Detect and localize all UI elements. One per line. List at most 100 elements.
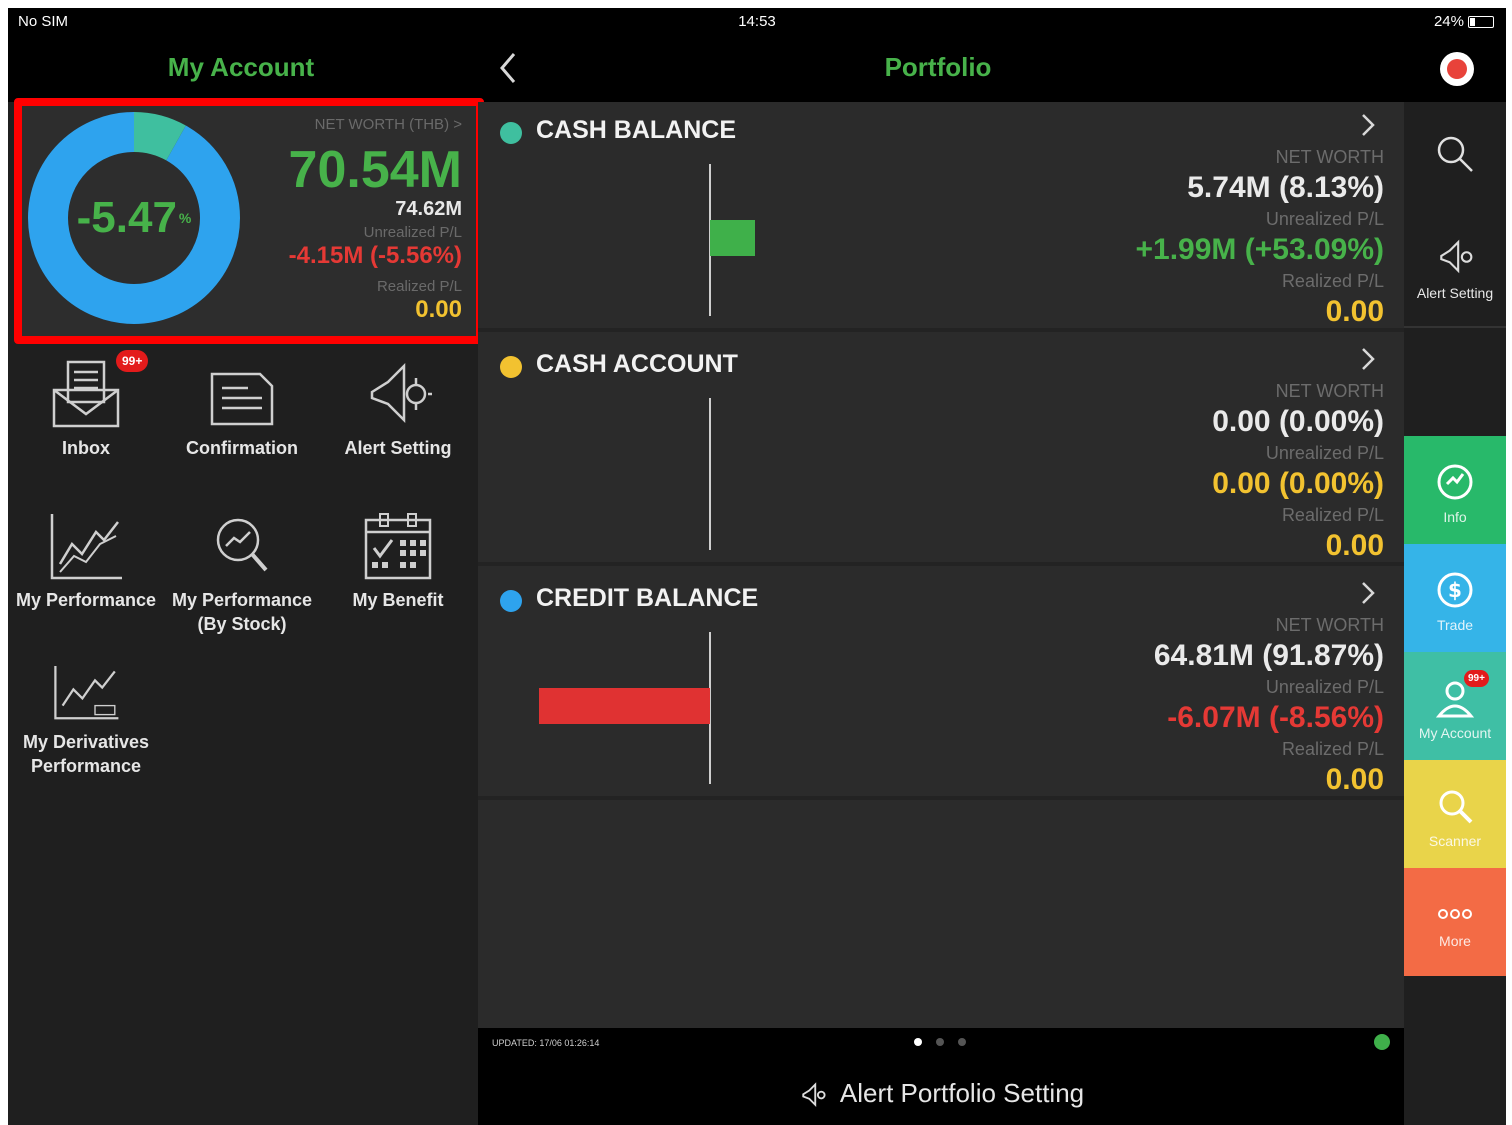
cash-balance-dot: [500, 122, 522, 144]
unrealized-bar: [710, 220, 756, 256]
megaphone-gear-icon: [370, 362, 432, 424]
app-header: My Account Portfolio: [8, 34, 1506, 102]
performance-chart-icon: [50, 514, 122, 580]
alert-portfolio-setting-label: Alert Portfolio Setting: [839, 1078, 1085, 1108]
megaphone-gear-icon: [802, 1082, 826, 1108]
cash-balance-title: CASH BALANCE: [536, 116, 736, 144]
app-screen: No SIM 14:53 24% My Account Portfolio -5…: [8, 8, 1506, 1125]
trade-label: Trade: [1436, 617, 1474, 633]
section-cash-account[interactable]: CASH ACCOUNT NET WORTH 0.00 (0.00%) Unre…: [478, 336, 1404, 566]
trade-dollar-icon: $: [1437, 572, 1473, 608]
realized-label: Realized P/L: [376, 278, 462, 295]
unrealized-value: -6.07M (-8.56%): [1167, 701, 1384, 734]
chevron-right-icon[interactable]: [1360, 346, 1376, 372]
my-account-title: My Account: [167, 52, 315, 82]
connection-status-dot: [1374, 1034, 1390, 1050]
more-dots-icon: [1438, 909, 1472, 919]
sidebar-item-my-account[interactable]: My Account 99+: [1404, 652, 1506, 760]
realized-value: 0.00: [415, 296, 462, 323]
chevron-right-icon[interactable]: [1360, 112, 1376, 138]
search-button[interactable]: [1404, 134, 1506, 179]
sidebar-item-scanner[interactable]: Scanner: [1404, 760, 1506, 868]
unrealized-value: 0.00 (0.00%): [1212, 467, 1384, 500]
unrealized-label: Unrealized P/L: [363, 224, 462, 241]
chart-axis: [709, 398, 711, 550]
menu-my-derivatives-performance[interactable]: My Derivatives Performance: [8, 662, 164, 778]
divider: [1404, 326, 1506, 328]
battery-icon: [1468, 15, 1494, 28]
svg-text:$: $: [1448, 578, 1462, 602]
brand-logo: [1440, 52, 1474, 86]
credit-balance-title: CREDIT BALANCE: [536, 584, 759, 612]
menu-inbox[interactable]: Inbox 99+: [8, 350, 164, 460]
menu-my-performance[interactable]: My Performance: [8, 510, 164, 612]
right-sidebar: Alert Setting Info $ Trade My Account 99…: [1404, 102, 1506, 1125]
sidebar-item-trade[interactable]: $ Trade: [1404, 544, 1506, 652]
inbox-label: Inbox: [62, 438, 110, 458]
realized-value: 0.00: [1325, 763, 1384, 796]
magnifier-chart-icon: [216, 518, 268, 572]
my-account-label: My Account: [1418, 725, 1492, 741]
alert-setting-label: Alert Setting: [344, 438, 452, 458]
credit-balance-values: NET WORTH 64.81M (91.87%) Unrealized P/L…: [1154, 614, 1384, 800]
battery-percent: 24%: [1433, 13, 1464, 30]
my-performance-label: My Performance: [15, 590, 157, 610]
cash-balance-values: NET WORTH 5.74M (8.13%) Unrealized P/L +…: [1136, 146, 1384, 332]
portfolio-title: Portfolio: [884, 52, 992, 82]
updated-timestamp: UPDATED: 17/06 01:26:14: [492, 1038, 600, 1048]
menu-alert-setting[interactable]: Alert Setting: [320, 358, 476, 460]
derivatives-chart-icon: [54, 666, 119, 720]
my-derivatives-performance-label: My Derivatives Performance: [22, 732, 150, 776]
net-worth-value: 64.81M (91.87%): [1153, 639, 1384, 672]
sidebar-item-info[interactable]: Info: [1404, 436, 1506, 544]
chevron-right-icon[interactable]: [1360, 580, 1376, 606]
net-worth-value: 0.00 (0.00%): [1212, 405, 1384, 438]
menu-my-performance-by-stock[interactable]: My Performance (By Stock): [164, 510, 320, 636]
page-indicator[interactable]: [914, 1038, 966, 1046]
clock-text: 14:53: [738, 13, 776, 30]
realized-value: 0.00: [1325, 529, 1384, 562]
info-icon: [1437, 464, 1473, 500]
portfolio-footer: UPDATED: 17/06 01:26:14 Alert Portfolio …: [478, 1028, 1404, 1125]
document-icon: [210, 372, 274, 426]
battery-indicator: 24%: [1434, 13, 1494, 30]
my-account-panel: -5.47% NET WORTH (THB) > 70.54M 74.62M U…: [8, 98, 484, 1125]
confirmation-label: Confirmation: [186, 438, 298, 458]
my-account-badge: 99+: [1464, 670, 1489, 687]
megaphone-gear-icon: [1440, 239, 1473, 274]
info-label: Info: [1443, 509, 1467, 525]
net-worth-value: 5.74M (8.13%): [1187, 171, 1384, 204]
inbox-badge: 99+: [116, 350, 149, 372]
search-icon: [1437, 136, 1473, 172]
calendar-icon: [364, 513, 432, 580]
sidebar-item-more[interactable]: More: [1404, 868, 1506, 976]
cash-account-title: CASH ACCOUNT: [536, 350, 738, 378]
section-credit-balance[interactable]: CREDIT BALANCE NET WORTH 64.81M (91.87%)…: [478, 570, 1404, 800]
scanner-label: Scanner: [1428, 833, 1482, 849]
realized-value: 0.00: [1325, 295, 1384, 328]
net-worth-label[interactable]: NET WORTH (THB) >: [315, 116, 462, 133]
menu-my-benefit[interactable]: My Benefit: [320, 510, 476, 612]
cost-value: 74.62M: [395, 198, 462, 220]
scanner-icon: [1439, 790, 1473, 824]
menu-confirmation[interactable]: Confirmation: [164, 358, 320, 460]
net-worth-summary-card[interactable]: -5.47% NET WORTH (THB) > 70.54M 74.62M U…: [14, 98, 484, 344]
inbox-icon: [52, 360, 120, 428]
unrealized-value: +1.99M (+53.09%): [1135, 233, 1384, 266]
donut-center-value: -5.47%: [76, 193, 192, 242]
status-bar: No SIM 14:53 24%: [8, 8, 1506, 34]
unrealized-value: -4.15M (-5.56%): [288, 242, 462, 269]
section-cash-balance[interactable]: CASH BALANCE NET WORTH 5.74M (8.13%) Unr…: [478, 102, 1404, 332]
sidebar-alert-setting[interactable]: Alert Setting: [1404, 238, 1506, 301]
credit-balance-dot: [500, 590, 522, 612]
portfolio-panel: CASH BALANCE NET WORTH 5.74M (8.13%) Unr…: [478, 102, 1404, 1028]
cash-account-dot: [500, 356, 522, 378]
alert-setting-label: Alert Setting: [1416, 285, 1494, 301]
my-performance-by-stock-label: My Performance (By Stock): [171, 590, 313, 634]
more-label: More: [1439, 933, 1471, 949]
my-benefit-label: My Benefit: [352, 590, 444, 610]
unrealized-bar: [538, 688, 710, 724]
cash-account-values: NET WORTH 0.00 (0.00%) Unrealized P/L 0.…: [1212, 380, 1384, 566]
alert-portfolio-setting-button[interactable]: Alert Portfolio Setting: [478, 1078, 1404, 1109]
net-worth-value: 70.54M: [288, 141, 462, 199]
